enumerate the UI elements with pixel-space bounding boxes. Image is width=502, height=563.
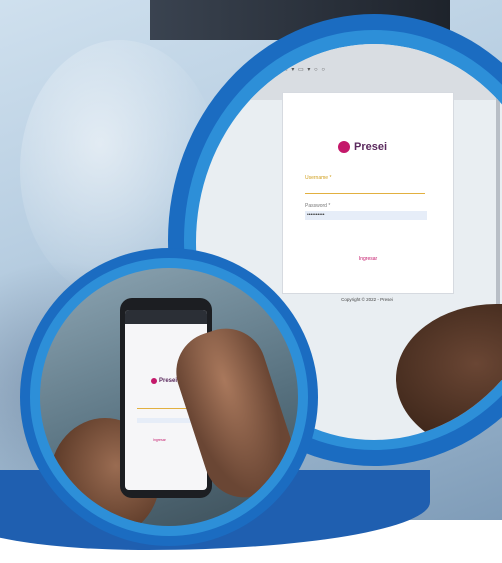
password-field: ••••••••••	[305, 211, 427, 220]
login-button: Ingresar	[358, 256, 378, 262]
login-card: Presei Username * Password * •••••••••• …	[282, 92, 454, 294]
phone-app-logo: Presei	[151, 378, 177, 384]
logo-text: Presei	[354, 141, 388, 153]
phone-password-field	[137, 418, 193, 423]
username-field	[305, 193, 425, 194]
hand-on-keyboard	[396, 304, 502, 440]
password-label: Password *	[305, 203, 331, 209]
phone-status-bar	[125, 310, 207, 324]
username-label: Username *	[305, 175, 332, 181]
phone-login-button: Ingresar	[153, 438, 166, 442]
footer-copyright: Copyright © 2022 - Presei	[341, 297, 393, 302]
phone-logo-text: Presei	[159, 378, 178, 384]
photo-collage: ▾ ▭ ▭ ▾ ▭ ▾ ○ ○ Presei Username * Passwo…	[0, 0, 502, 563]
phone-username-field	[137, 408, 193, 409]
browser-tabs: ▾ ▭ ▭ ▾ ▭ ▾ ○ ○	[266, 67, 326, 73]
logo-mark-icon	[338, 141, 350, 153]
phone-logo-mark-icon	[151, 378, 157, 384]
app-logo: Presei	[338, 141, 387, 153]
phone-photo: Presei Ingresar	[40, 268, 298, 526]
login-footer: Copyright © 2022 - Presei	[292, 296, 442, 304]
